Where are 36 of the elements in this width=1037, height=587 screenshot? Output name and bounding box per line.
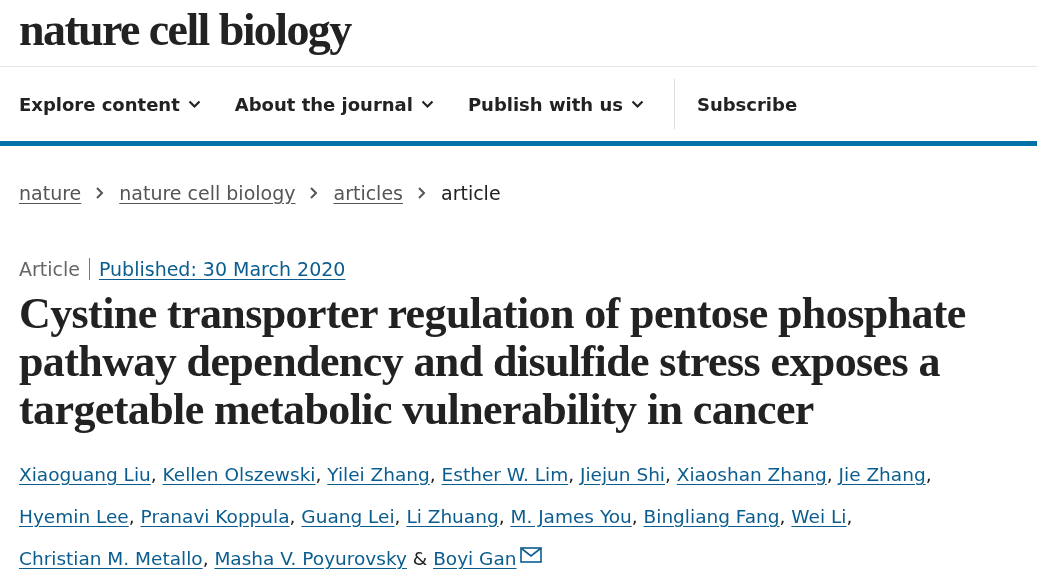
author-link[interactable]: Kellen Olszewski (162, 464, 316, 485)
nav-menu-item[interactable]: Publish with us (467, 93, 644, 115)
chevron-icon (95, 187, 106, 199)
author-link[interactable]: Boyi Gan (433, 548, 542, 569)
author-link[interactable]: Bingliang Fang (643, 506, 780, 527)
article-type: Article (19, 258, 90, 280)
author-link[interactable]: Li Zhuang (406, 506, 499, 527)
article-title: Cystine transporter regulation of pentose phosphate pathway dependency and disulfide stress exposes a targetable metabolic vulnerability in cancer (19, 290, 967, 434)
caret-icon (630, 99, 644, 109)
nav-menu-item[interactable]: Subscribe (696, 93, 798, 115)
breadcrumb-link[interactable]: articles (333, 182, 403, 204)
journal-logo[interactable]: nature cell biology (19, 2, 351, 56)
author-link[interactable]: Jiejun Shi (579, 464, 665, 485)
caret-icon (187, 99, 201, 109)
author-link[interactable]: Esther W. Lim (441, 464, 569, 485)
breadcrumb-link[interactable]: nature cell biology (119, 182, 296, 204)
caret-icon (420, 99, 434, 109)
author-link[interactable]: M. James You (510, 506, 632, 527)
published-date-link[interactable]: Published: 30 March 2020 (98, 258, 346, 280)
nav-menu-item[interactable]: About the journal (234, 93, 434, 115)
author-link[interactable]: Wei Li (791, 506, 847, 527)
author-list: Xiaoguang Liu, Kellen Olszewski, Yilei Zhang, Esther W. Lim, Jiejun Shi, Xiaoshan Zhang, Jie Zhang, Hyemin Lee, Pranavi Koppula, Guang Lei, Li Zhuang, M. James You, Bingliang Fang, Wei Li, Christian M. Metallo, Masha V. Poyurovsky & Boyi Gan (19, 454, 1019, 580)
author-link[interactable]: Xiaoshan Zhang (676, 464, 827, 485)
author-link[interactable]: Xiaoguang Liu (19, 464, 151, 485)
author-link[interactable]: Pranavi Koppula (140, 506, 290, 527)
author-link[interactable]: Masha V. Poyurovsky (214, 548, 407, 569)
breadcrumb-current: article (441, 182, 501, 204)
author-link[interactable]: Hyemin Lee (19, 506, 129, 527)
author-link[interactable]: Christian M. Metallo (19, 548, 203, 569)
chevron-icon (417, 187, 427, 199)
author-link[interactable]: Yilei Zhang (327, 464, 430, 485)
breadcrumb-link[interactable]: nature (19, 182, 82, 204)
chevron-icon (309, 187, 320, 199)
author-link[interactable]: Jie Zhang (838, 464, 926, 485)
author-link[interactable]: Guang Lei (301, 506, 395, 527)
nav-menu-item[interactable]: Explore content (19, 93, 201, 115)
